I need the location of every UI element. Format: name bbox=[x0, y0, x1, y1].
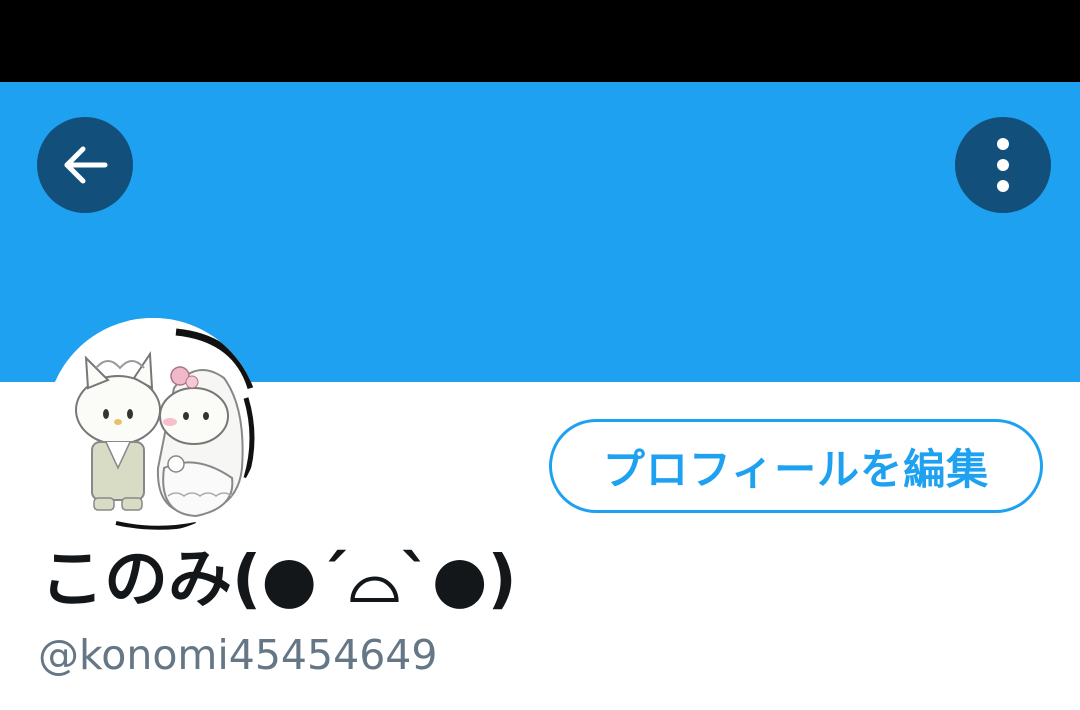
display-name: このみ(●´⌓`●) bbox=[40, 543, 517, 617]
back-button[interactable] bbox=[37, 117, 133, 213]
vertical-dots-icon bbox=[997, 138, 1009, 192]
arrow-left-icon bbox=[64, 146, 108, 184]
avatar-image bbox=[46, 318, 260, 532]
more-options-button[interactable] bbox=[955, 117, 1051, 213]
status-bar bbox=[0, 0, 1080, 82]
edit-profile-button[interactable]: プロフィールを編集 bbox=[549, 419, 1043, 513]
user-handle: @konomi45454649 bbox=[38, 631, 438, 679]
profile-screen: プロフィールを編集 このみ(●´⌓`●) @konomi45454649 bbox=[0, 0, 1080, 710]
avatar[interactable] bbox=[46, 318, 260, 532]
